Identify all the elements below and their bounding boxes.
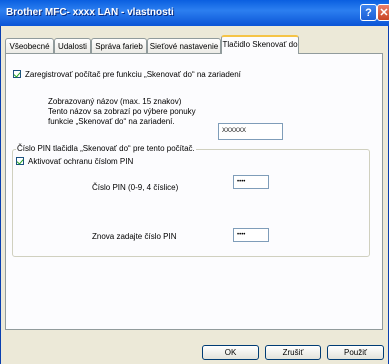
pin-protect-checkbox[interactable] <box>16 157 24 165</box>
pin-confirm-input[interactable]: •••• <box>233 228 269 242</box>
ok-button[interactable]: OK <box>202 345 259 360</box>
cancel-button[interactable]: Zrušiť <box>265 345 321 360</box>
pin-input[interactable]: •••• <box>233 175 269 189</box>
window-title: Brother MFC- xxxx LAN - vlastnosti <box>6 7 174 18</box>
title-bar[interactable]: Brother MFC- xxxx LAN - vlastnosti ? ✕ <box>0 0 389 26</box>
pin-group-label: Číslo PIN tlačidla „Skenovať do“ pre ten… <box>16 144 196 153</box>
display-name-label-line3: funkcie „Skenovať do“ na zariadení. <box>48 117 175 126</box>
pin-confirm-label: Znova zadajte číslo PIN <box>92 232 177 241</box>
tab-color-management[interactable]: Správa farieb <box>91 38 147 53</box>
tab-events[interactable]: Udalosti <box>54 38 91 53</box>
display-name-label-line2: Tento názov sa zobrazí po výbere ponuky <box>48 107 196 116</box>
display-name-input[interactable]: XXXXXX <box>218 123 283 140</box>
tab-general[interactable]: Všeobecné <box>5 38 54 53</box>
help-button[interactable]: ? <box>360 4 377 21</box>
pin-label: Číslo PIN (0-9, 4 číslice) <box>92 183 179 192</box>
display-name-label-line1: Zobrazovaný názov (max. 15 znakov) <box>48 97 182 106</box>
tab-network-settings[interactable]: Sieťové nastavenie <box>147 38 221 53</box>
close-button[interactable]: ✕ <box>377 4 389 21</box>
register-checkbox[interactable] <box>13 70 21 78</box>
pin-protect-label: Aktivovať ochranu číslom PIN <box>28 157 134 166</box>
register-checkbox-label: Zaregistrovať počítač pre funkciu „Skeno… <box>25 70 241 79</box>
apply-button[interactable]: Použiť <box>327 345 384 360</box>
tab-scan-to-button[interactable]: Tlačidlo Skenovať do <box>221 35 299 54</box>
